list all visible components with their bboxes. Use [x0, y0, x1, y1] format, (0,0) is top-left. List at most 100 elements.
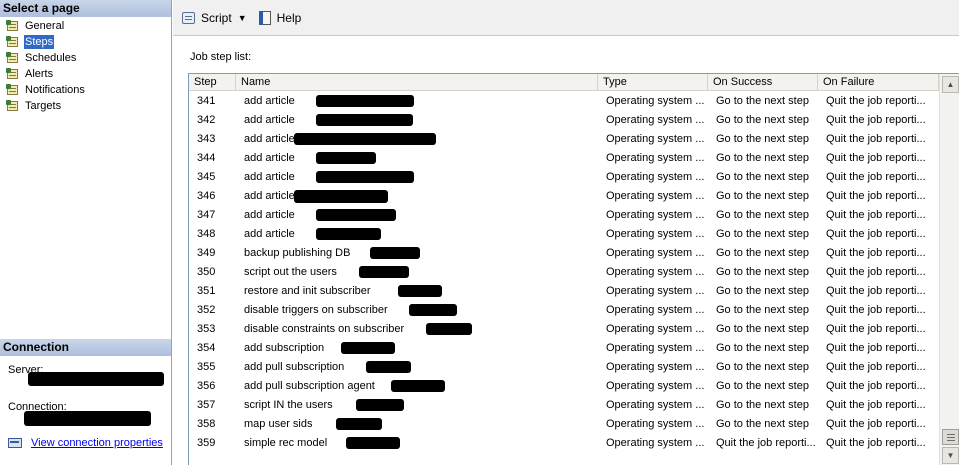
grid-body: 341 add article Operating system ... Go …: [189, 92, 939, 453]
cell-name: add pull subscription agent: [236, 377, 598, 396]
page-item-label: Notifications: [25, 84, 85, 96]
cell-step: 343: [197, 133, 216, 145]
table-row[interactable]: 350 script out the users Operating syste…: [189, 263, 939, 282]
table-row[interactable]: 343 add article Operating system ... Go …: [189, 130, 939, 149]
table-row[interactable]: 344 add article Operating system ... Go …: [189, 149, 939, 168]
page-icon: [6, 100, 20, 112]
name-redaction: [409, 304, 457, 316]
toolbar: Script ▼ Help: [173, 0, 959, 36]
help-label: Help: [276, 10, 302, 25]
column-header-on-success[interactable]: On Success: [708, 74, 818, 91]
job-step-grid[interactable]: Step Name Type On Success On Failure 341…: [188, 73, 959, 465]
cell-on-failure: Quit the job reporti...: [826, 133, 926, 145]
table-row[interactable]: 347 add article Operating system ... Go …: [189, 206, 939, 225]
cell-type: Operating system ...: [606, 152, 705, 164]
page-icon: [6, 52, 20, 64]
cell-on-failure: Quit the job reporti...: [826, 190, 926, 202]
cell-type: Operating system ...: [606, 361, 705, 373]
cell-name-text: disable constraints on subscriber: [244, 323, 405, 335]
page-item-targets[interactable]: Targets: [0, 98, 171, 114]
cell-name-text: add article: [244, 190, 295, 202]
main-content: Job step list: Step Name Type On Success…: [173, 37, 959, 465]
table-row[interactable]: 346 add article Operating system ... Go …: [189, 187, 939, 206]
cell-on-success: Go to the next step: [716, 114, 809, 126]
cell-name-text: add pull subscription agent: [244, 380, 375, 392]
view-connection-properties-link[interactable]: View connection properties: [31, 437, 163, 449]
cell-step: 349: [197, 247, 216, 259]
column-header-name[interactable]: Name: [236, 74, 598, 91]
cell-type: Operating system ...: [606, 266, 705, 278]
cell-name: add article: [236, 130, 598, 149]
page-item-schedules[interactable]: Schedules: [0, 50, 171, 66]
page-item-steps[interactable]: Steps: [0, 34, 171, 50]
table-row[interactable]: 353 disable constraints on subscriber Op…: [189, 320, 939, 339]
page-icon: [6, 20, 20, 32]
page-item-notifications[interactable]: Notifications: [0, 82, 171, 98]
page-item-label: Targets: [25, 100, 62, 112]
table-row[interactable]: 349 backup publishing DB Operating syste…: [189, 244, 939, 263]
chevron-down-icon[interactable]: ▼: [238, 13, 247, 23]
table-row[interactable]: 359 simple rec model Operating system ..…: [189, 434, 939, 453]
cell-name: add article: [236, 168, 598, 187]
cell-on-failure: Quit the job reporti...: [826, 304, 926, 316]
table-row[interactable]: 357 script IN the users Operating system…: [189, 396, 939, 415]
page-item-alerts[interactable]: Alerts: [0, 66, 171, 82]
table-row[interactable]: 354 add subscription Operating system ..…: [189, 339, 939, 358]
cell-on-success: Go to the next step: [716, 418, 809, 430]
name-redaction: [316, 209, 396, 221]
cell-type: Operating system ...: [606, 285, 705, 297]
table-row[interactable]: 356 add pull subscription agent Operatin…: [189, 377, 939, 396]
table-row[interactable]: 341 add article Operating system ... Go …: [189, 92, 939, 111]
cell-on-success: Go to the next step: [716, 171, 809, 183]
cell-type: Operating system ...: [606, 304, 705, 316]
script-button[interactable]: Script ▼: [181, 10, 247, 26]
cell-name-text: add article: [244, 152, 295, 164]
cell-type: Operating system ...: [606, 323, 705, 335]
scroll-down-icon[interactable]: ▼: [942, 447, 959, 464]
vertical-scrollbar[interactable]: ▲ ▼: [939, 74, 959, 465]
column-header-on-failure[interactable]: On Failure: [818, 74, 939, 91]
view-connection-properties[interactable]: View connection properties: [8, 436, 163, 450]
table-row[interactable]: 348 add article Operating system ... Go …: [189, 225, 939, 244]
cell-step: 344: [197, 152, 216, 164]
page-icon: [6, 36, 20, 48]
cell-name-text: script IN the users: [244, 399, 333, 411]
cell-type: Operating system ...: [606, 418, 705, 430]
cell-name-text: add article: [244, 133, 295, 145]
table-row[interactable]: 355 add pull subscription Operating syst…: [189, 358, 939, 377]
cell-name: map user sids: [236, 415, 598, 434]
job-properties-window: Select a page General Steps Schedules Al…: [0, 0, 959, 465]
cell-name-text: script out the users: [244, 266, 337, 278]
page-item-general[interactable]: General: [0, 18, 171, 34]
cell-step: 353: [197, 323, 216, 335]
table-row[interactable]: 342 add article Operating system ... Go …: [189, 111, 939, 130]
server-value-redaction: [28, 372, 164, 386]
name-redaction: [316, 114, 413, 126]
scroll-up-icon[interactable]: ▲: [942, 76, 959, 93]
connection-value-redaction: [24, 411, 151, 426]
grid-header: Step Name Type On Success On Failure: [189, 74, 939, 91]
table-row[interactable]: 352 disable triggers on subscriber Opera…: [189, 301, 939, 320]
cell-name-text: add article: [244, 95, 295, 107]
cell-on-failure: Quit the job reporti...: [826, 342, 926, 354]
table-row[interactable]: 345 add article Operating system ... Go …: [189, 168, 939, 187]
column-header-step[interactable]: Step: [189, 74, 236, 91]
cell-step: 359: [197, 437, 216, 449]
cell-type: Operating system ...: [606, 95, 705, 107]
column-header-type[interactable]: Type: [598, 74, 708, 91]
cell-type: Operating system ...: [606, 437, 705, 449]
cell-name-text: restore and init subscriber: [244, 285, 371, 297]
cell-step: 345: [197, 171, 216, 183]
cell-on-failure: Quit the job reporti...: [826, 361, 926, 373]
name-redaction: [341, 342, 395, 354]
cell-step: 350: [197, 266, 216, 278]
job-step-list-title: Job step list:: [190, 51, 252, 63]
scroll-thumb[interactable]: [942, 429, 959, 445]
table-row[interactable]: 351 restore and init subscriber Operatin…: [189, 282, 939, 301]
cell-name-text: simple rec model: [244, 437, 328, 449]
cell-step: 351: [197, 285, 216, 297]
cell-on-success: Go to the next step: [716, 342, 809, 354]
cell-type: Operating system ...: [606, 380, 705, 392]
table-row[interactable]: 358 map user sids Operating system ... G…: [189, 415, 939, 434]
help-button[interactable]: Help: [257, 10, 302, 26]
